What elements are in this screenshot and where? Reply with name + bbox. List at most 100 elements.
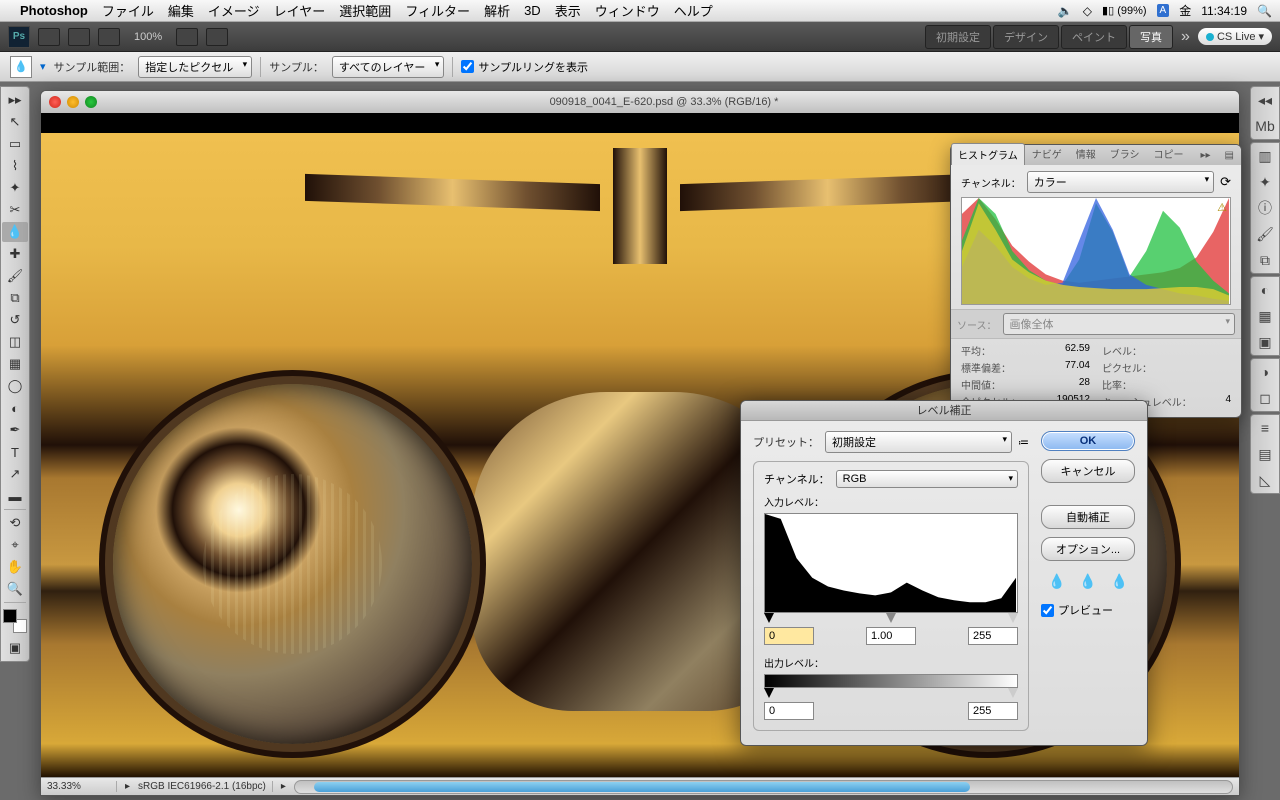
menu-filter[interactable]: フィルター: [405, 1, 470, 20]
input-highlight-field[interactable]: [968, 627, 1018, 645]
shadow-slider-handle[interactable]: [764, 613, 774, 623]
styles-panel-icon[interactable]: ▣: [1256, 333, 1274, 351]
tab-navigator[interactable]: ナビゲ: [1025, 142, 1069, 165]
output-low-field[interactable]: [764, 702, 814, 720]
current-tool-icon[interactable]: 💧: [10, 56, 32, 78]
volume-icon[interactable]: 🔈: [1058, 4, 1073, 18]
stamp-tool-icon[interactable]: ⧉: [2, 288, 28, 308]
output-high-handle[interactable]: [1008, 688, 1018, 698]
gray-point-picker-icon[interactable]: 💧: [1079, 573, 1096, 590]
dodge-tool-icon[interactable]: ◐: [2, 398, 28, 418]
minibridge-panel-icon[interactable]: Mb: [1256, 117, 1274, 135]
shape-tool-icon[interactable]: ▬: [2, 486, 28, 506]
channel-select[interactable]: カラー: [1027, 171, 1214, 193]
tab-info[interactable]: 情報: [1069, 142, 1103, 165]
output-slider[interactable]: [764, 688, 1018, 700]
lasso-tool-icon[interactable]: ⌇: [2, 156, 28, 176]
minibridge-icon[interactable]: [68, 28, 90, 46]
status-profile[interactable]: sRGB IEC61966-2.1 (16bpc): [138, 781, 273, 792]
quickmask-icon[interactable]: ▣: [2, 638, 28, 658]
tab-histogram[interactable]: ヒストグラム: [951, 143, 1025, 165]
options-button[interactable]: オプション...: [1041, 537, 1135, 561]
refresh-icon[interactable]: ⟳: [1220, 174, 1231, 190]
sample-layers-select[interactable]: すべてのレイヤー: [332, 56, 444, 78]
status-menu-icon[interactable]: ▸: [281, 781, 286, 792]
menu-help[interactable]: ヘルプ: [674, 1, 713, 20]
zoom-display[interactable]: 100%: [134, 31, 162, 43]
more-icon[interactable]: »: [1181, 28, 1190, 46]
auto-button[interactable]: 自動補正: [1041, 505, 1135, 529]
menu-select[interactable]: 選択範囲: [339, 1, 391, 20]
wand-tool-icon[interactable]: ✦: [2, 178, 28, 198]
status-zoom[interactable]: 33.33%: [47, 781, 117, 792]
sample-ring-checkbox[interactable]: サンプルリングを表示: [461, 59, 588, 75]
layers-panel-icon[interactable]: ≡: [1256, 419, 1274, 437]
3d-rotate-icon[interactable]: ⟲: [2, 513, 28, 533]
arrange-icon[interactable]: [176, 28, 198, 46]
masks-panel-icon[interactable]: ◻: [1256, 389, 1274, 407]
channel-select[interactable]: RGB: [836, 470, 1018, 488]
white-point-picker-icon[interactable]: 💧: [1111, 573, 1128, 590]
zoom-window-icon[interactable]: [85, 96, 97, 108]
histogram-panel-icon[interactable]: ▥: [1256, 147, 1274, 165]
document-titlebar[interactable]: 090918_0041_E-620.psd @ 33.3% (RGB/16) *: [41, 91, 1239, 113]
panel-menu-icon[interactable]: ▤: [1218, 146, 1241, 165]
bridge-icon[interactable]: [38, 28, 60, 46]
brush-panel-icon[interactable]: 🖌: [1256, 225, 1274, 243]
clone-panel-icon[interactable]: ⧉: [1256, 251, 1274, 269]
close-icon[interactable]: [49, 96, 61, 108]
menu-file[interactable]: ファイル: [102, 1, 154, 20]
tab-brush[interactable]: ブラシ: [1103, 142, 1147, 165]
heal-tool-icon[interactable]: ✚: [2, 244, 28, 264]
input-midtone-field[interactable]: [866, 627, 916, 645]
color-panel-icon[interactable]: ◐: [1256, 281, 1274, 299]
minimize-icon[interactable]: [67, 96, 79, 108]
ok-button[interactable]: OK: [1041, 431, 1135, 451]
swatches-panel-icon[interactable]: ▦: [1256, 307, 1274, 325]
panel-more-icon[interactable]: ▸▸: [1194, 146, 1218, 165]
ime-indicator[interactable]: A: [1157, 4, 1170, 17]
eraser-tool-icon[interactable]: ◫: [2, 332, 28, 352]
path-tool-icon[interactable]: ↗: [2, 464, 28, 484]
menu-image[interactable]: イメージ: [208, 1, 260, 20]
menu-analysis[interactable]: 解析: [484, 1, 510, 20]
history-brush-icon[interactable]: ↺: [2, 310, 28, 330]
info-panel-icon[interactable]: ⓘ: [1256, 199, 1274, 217]
black-point-picker-icon[interactable]: 💧: [1048, 573, 1065, 590]
screen-icon[interactable]: [206, 28, 228, 46]
menu-edit[interactable]: 編集: [168, 1, 194, 20]
gradient-tool-icon[interactable]: ▦: [2, 354, 28, 374]
pen-tool-icon[interactable]: ✒: [2, 420, 28, 440]
3d-camera-icon[interactable]: ⌖: [2, 535, 28, 555]
input-slider[interactable]: [764, 613, 1018, 625]
blur-tool-icon[interactable]: ◯: [2, 376, 28, 396]
dropdown-icon[interactable]: ▾: [40, 60, 46, 73]
marquee-tool-icon[interactable]: ▭: [2, 134, 28, 154]
move-tool-icon[interactable]: ↖: [2, 112, 28, 132]
output-high-field[interactable]: [968, 702, 1018, 720]
menu-window[interactable]: ウィンドウ: [595, 1, 660, 20]
cslive-button[interactable]: CS Live ▾: [1198, 28, 1272, 45]
midtone-slider-handle[interactable]: [886, 613, 896, 623]
menu-view[interactable]: 表示: [555, 1, 581, 20]
battery-status[interactable]: ▮▯ (99%): [1102, 4, 1147, 17]
output-low-handle[interactable]: [764, 688, 774, 698]
brush-tool-icon[interactable]: 🖌: [2, 266, 28, 286]
preview-checkbox[interactable]: プレビュー: [1041, 602, 1135, 618]
eyedropper-tool-icon[interactable]: 💧: [2, 222, 28, 242]
navigator-panel-icon[interactable]: ✦: [1256, 173, 1274, 191]
app-name[interactable]: Photoshop: [20, 3, 88, 18]
warning-icon[interactable]: ⚠: [1217, 201, 1227, 214]
highlight-slider-handle[interactable]: [1008, 613, 1018, 623]
wifi-icon[interactable]: ◇: [1083, 4, 1092, 18]
ps-logo-icon[interactable]: Ps: [8, 26, 30, 48]
preset-menu-icon[interactable]: ≔: [1018, 436, 1029, 449]
spotlight-icon[interactable]: 🔍: [1257, 4, 1272, 18]
expand-icon[interactable]: ◂◂: [1256, 91, 1274, 109]
workspace-design[interactable]: デザイン: [993, 25, 1059, 49]
h-scrollbar[interactable]: [294, 780, 1233, 794]
dialog-title[interactable]: レベル補正: [741, 401, 1147, 421]
status-menu-icon[interactable]: ▸: [125, 781, 130, 792]
crop-tool-icon[interactable]: ✂: [2, 200, 28, 220]
collapse-icon[interactable]: ▸▸: [2, 90, 28, 110]
